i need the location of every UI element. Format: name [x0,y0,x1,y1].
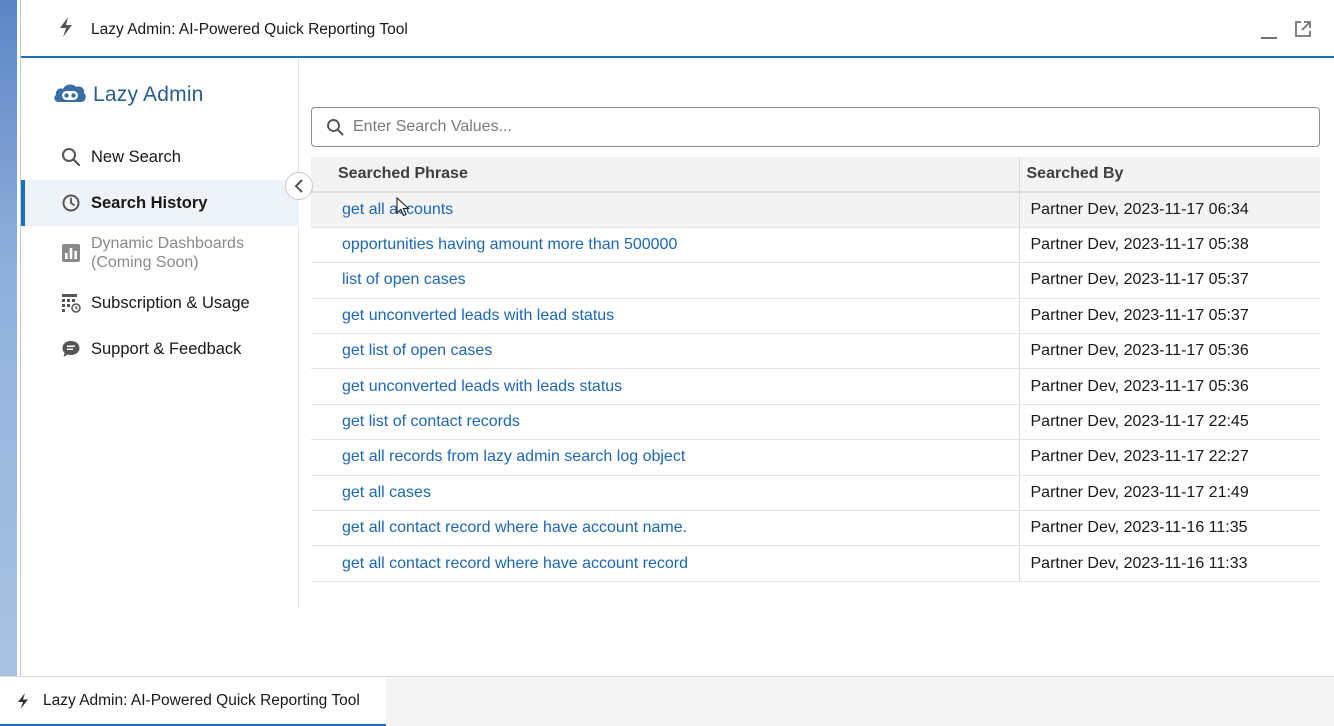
search-box [311,107,1320,147]
popout-icon[interactable] [1294,20,1312,38]
search-icon [327,119,344,136]
collapse-sidebar-button[interactable] [285,172,313,200]
searched-phrase-link[interactable]: get list of contact records [342,413,520,430]
mouse-cursor-icon [396,197,410,217]
chat-icon [62,341,80,357]
sidebar-item-label: New Search [91,147,181,166]
window-header: Lazy Admin: AI-Powered Quick Reporting T… [21,0,1334,58]
taskbar-tab[interactable]: Lazy Admin: AI-Powered Quick Reporting T… [0,677,386,726]
searched-phrase-cell: get list of open cases [311,333,1020,370]
taskbar: Lazy Admin: AI-Powered Quick Reporting T… [0,676,1334,726]
column-header-searched-by[interactable]: Searched By [1019,157,1320,193]
searched-phrase-cell: get all contact record where have accoun… [311,510,1020,547]
table-row: get all accounts Partner Dev, 2023-11-17 … [311,192,1320,228]
sidebar-item-search-history[interactable]: Search History [21,180,299,226]
column-header-searched-phrase[interactable]: Searched Phrase [311,157,1020,193]
searched-phrase-link[interactable]: get unconverted leads with lead status [342,307,614,324]
searched-phrase-link[interactable]: get list of open cases [342,342,492,359]
searched-phrase-cell: opportunities having amount more than 50… [311,227,1020,264]
searched-phrase-link[interactable]: get all cases [342,484,431,501]
searched-by-cell: Partner Dev, 2023-11-17 06:34 [1019,192,1320,228]
table-row: list of open cases Partner Dev, 2023-11-1… [311,262,1320,299]
searched-phrase-cell: get unconverted leads with lead status [311,298,1020,335]
searched-phrase-link[interactable]: get all records from lazy admin search l… [342,448,685,465]
searched-by-cell: Partner Dev, 2023-11-17 05:37 [1019,262,1320,299]
brand: Lazy Admin [53,82,204,108]
minimize-button[interactable] [1260,22,1278,40]
search-input[interactable] [353,118,1253,136]
sidebar-item-label: Dynamic Dashboards (Coming Soon) [91,234,244,272]
searched-phrase-cell: get all records from lazy admin search l… [311,439,1020,476]
searched-phrase-link[interactable]: get all contact record where have accoun… [342,555,688,572]
table-row: get all cases Partner Dev, 2023-11-17 21:… [311,475,1320,512]
lightning-bolt-icon [18,692,28,709]
table-row: get list of contact records Partner Dev, … [311,404,1320,441]
searched-by-cell: Partner Dev, 2023-11-17 22:27 [1019,439,1320,476]
searched-by-cell: Partner Dev, 2023-11-16 11:35 [1019,510,1320,547]
sidebar-item-label: Search History [91,193,208,212]
table-row: get all records from lazy admin search l… [311,439,1320,476]
table-row: opportunities having amount more than 50… [311,227,1320,264]
coming-soon-label: (Coming Soon) [91,254,199,271]
sidebar-item-label: Subscription & Usage [91,293,250,312]
chevron-left-icon [294,179,303,193]
searched-by-cell: Partner Dev, 2023-11-16 11:33 [1019,545,1320,582]
table-row: get unconverted leads with lead status Pa… [311,298,1320,335]
calendar-grid-icon [62,294,81,313]
sidebar: Lazy Admin New Search Search History Dyn… [21,58,299,608]
searched-phrase-cell: get all accounts [311,192,1020,228]
table-row: get list of open cases Partner Dev, 2023-… [311,333,1320,370]
searched-phrase-link[interactable]: get all contact record where have accoun… [342,519,687,536]
searched-phrase-cell: list of open cases [311,262,1020,299]
searched-phrase-cell: get all contact record where have accoun… [311,545,1020,582]
searched-phrase-link[interactable]: list of open cases [342,271,466,288]
brand-name: Lazy Admin [93,83,204,106]
searched-by-cell: Partner Dev, 2023-11-17 22:45 [1019,404,1320,441]
sidebar-item-dynamic-dashboards[interactable]: Dynamic Dashboards (Coming Soon) [21,226,299,280]
lazy-admin-logo-icon [54,84,86,102]
searched-phrase-cell: get list of contact records [311,404,1020,441]
table-row: get unconverted leads with leads status P… [311,368,1320,405]
searched-phrase-cell: get all cases [311,475,1020,512]
background-strip [0,0,20,676]
app-window: Lazy Admin: AI-Powered Quick Reporting T… [20,0,1334,676]
sidebar-item-label: Support & Feedback [91,339,242,358]
searched-by-cell: Partner Dev, 2023-11-17 05:38 [1019,227,1320,264]
searched-by-cell: Partner Dev, 2023-11-17 21:49 [1019,475,1320,512]
table-row: get all contact record where have accoun… [311,510,1320,547]
sidebar-item-new-search[interactable]: New Search [21,134,299,180]
search-history-table: Searched Phrase Searched By get all acco… [311,157,1320,582]
sidebar-item-support-feedback[interactable]: Support & Feedback [21,326,299,372]
searched-by-cell: Partner Dev, 2023-11-17 05:36 [1019,368,1320,405]
lightning-bolt-icon [60,17,72,37]
clock-icon [62,194,80,212]
taskbar-tab-label: Lazy Admin: AI-Powered Quick Reporting T… [43,691,360,709]
search-icon [62,148,81,167]
sidebar-item-subscription-usage[interactable]: Subscription & Usage [21,280,299,326]
table-header-row: Searched Phrase Searched By [311,157,1320,193]
bar-chart-icon [62,244,80,262]
searched-phrase-link[interactable]: get unconverted leads with leads status [342,378,622,395]
table-row: get all contact record where have accoun… [311,545,1320,582]
searched-phrase-cell: get unconverted leads with leads status [311,368,1020,405]
window-title: Lazy Admin: AI-Powered Quick Reporting T… [91,21,408,38]
searched-by-cell: Partner Dev, 2023-11-17 05:37 [1019,298,1320,335]
table-body: get all accounts Partner Dev, 2023-11-17 … [311,192,1320,582]
sidebar-nav: New Search Search History Dynamic Dashbo… [21,134,299,372]
searched-by-cell: Partner Dev, 2023-11-17 05:36 [1019,333,1320,370]
searched-phrase-link[interactable]: opportunities having amount more than 50… [342,236,677,253]
dynamic-dashboards-label: Dynamic Dashboards [91,235,244,252]
